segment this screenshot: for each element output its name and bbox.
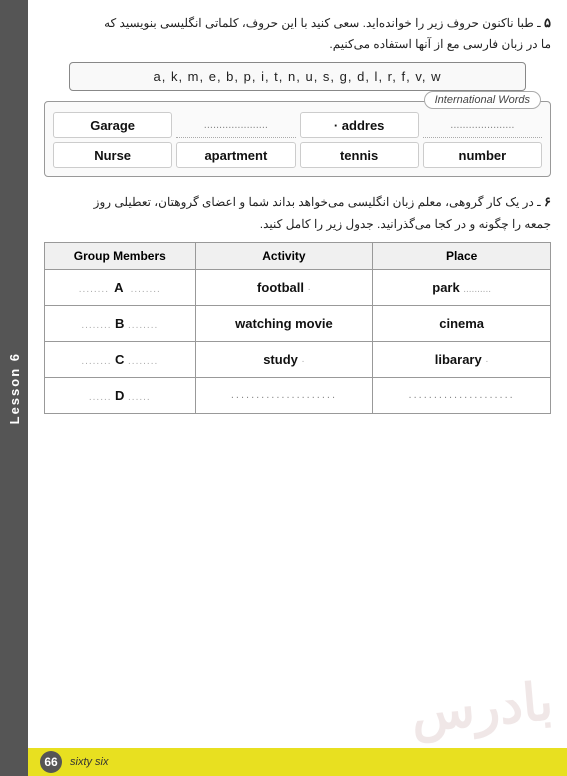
footer-page-number: 66	[40, 751, 62, 773]
row-d-group-label: D	[115, 388, 128, 403]
footer: 66 sixty six	[28, 748, 567, 776]
word-cell-dot1: .....................	[176, 112, 295, 138]
word-cell-apartment: apartment	[176, 142, 295, 168]
section5-number: ۵	[544, 15, 551, 30]
main-content: ۵ ـ طبا ناکنون حروف زیر را خوانده‌اید. س…	[28, 0, 567, 776]
row-c-place-label: libarary	[435, 352, 482, 367]
row-a-place: park ..........	[373, 269, 551, 305]
letters-box: a, k, m, e, b, p, i, t, n, u, s, g, d, l…	[69, 62, 525, 91]
table-row: ........ A ........ football · park ....…	[45, 269, 551, 305]
row-b-activity-label: watching movie	[235, 316, 333, 331]
section5: ۵ ـ طبا ناکنون حروف زیر را خوانده‌اید. س…	[44, 12, 551, 177]
section6-line1: ـ در یک کار گروهی، معلم زبان انگلیسی می‌…	[94, 195, 541, 209]
section5-text: ۵ ـ طبا ناکنون حروف زیر را خوانده‌اید. س…	[44, 12, 551, 54]
word-cell-number: number	[423, 142, 542, 168]
row-c-place: libarary ·	[373, 341, 551, 377]
col-header-group: Group Members	[45, 242, 196, 269]
row-b-group-label: B	[115, 316, 128, 331]
col-header-place: Place	[373, 242, 551, 269]
footer-page-text: sixty six	[70, 756, 109, 768]
row-a-activity-label: football	[257, 280, 304, 295]
activity-table: Group Members Activity Place ........ A …	[44, 242, 551, 414]
row-c-activity: study ·	[195, 341, 373, 377]
row-a-group-label: A	[114, 280, 131, 295]
word-cell-addres: · addres	[300, 112, 419, 138]
word-cell-dot2: .....................	[423, 112, 542, 138]
row-d-place: .....................	[373, 377, 551, 413]
col-header-activity: Activity	[195, 242, 373, 269]
section6-line2: جمعه را چگونه و در کجا می‌گذرانید. جدول …	[260, 217, 551, 231]
table-row: ........ B ........ watching movie cinem…	[45, 305, 551, 341]
row-d-activity-dots: .....................	[231, 389, 337, 401]
row-b-place-label: cinema	[439, 316, 484, 331]
intl-words-label: International Words	[424, 91, 541, 109]
row-a-group: ........ A ........	[45, 269, 196, 305]
lesson-tab-label: Lesson 6	[7, 352, 22, 424]
section5-line1: ـ طبا ناکنون حروف زیر را خوانده‌اید. سعی…	[104, 16, 541, 30]
word-cell-garage: Garage	[53, 112, 172, 138]
table-row: ...... D ...... ..................... ..…	[45, 377, 551, 413]
row-d-group: ...... D ......	[45, 377, 196, 413]
row-a-place-label: park	[432, 280, 459, 295]
row-a-activity: football ·	[195, 269, 373, 305]
row-c-group-label: C	[115, 352, 128, 367]
table-row: ........ C ........ study · libarary ·	[45, 341, 551, 377]
row-b-activity: watching movie	[195, 305, 373, 341]
section6-text: ۶ ـ در یک کار گروهی، معلم زبان انگلیسی م…	[44, 191, 551, 233]
row-b-place: cinema	[373, 305, 551, 341]
words-grid: Garage ..................... · addres ..…	[44, 101, 551, 177]
intl-words-container: International Words Garage .............…	[44, 101, 551, 177]
word-cell-nurse: Nurse	[53, 142, 172, 168]
row-d-place-dots: .....................	[409, 389, 515, 401]
row-b-group: ........ B ........	[45, 305, 196, 341]
row-c-activity-label: study	[263, 352, 298, 367]
word-cell-tennis: tennis	[300, 142, 419, 168]
row-c-group: ........ C ........	[45, 341, 196, 377]
table-header-row: Group Members Activity Place	[45, 242, 551, 269]
section6: ۶ ـ در یک کار گروهی، معلم زبان انگلیسی م…	[44, 191, 551, 413]
section6-number: ۶	[544, 194, 551, 209]
lesson-tab: Lesson 6	[0, 0, 28, 776]
row-d-activity: .....................	[195, 377, 373, 413]
section5-line2: ما در زبان فارسی مع از آنها استفاده می‌ک…	[329, 37, 551, 51]
